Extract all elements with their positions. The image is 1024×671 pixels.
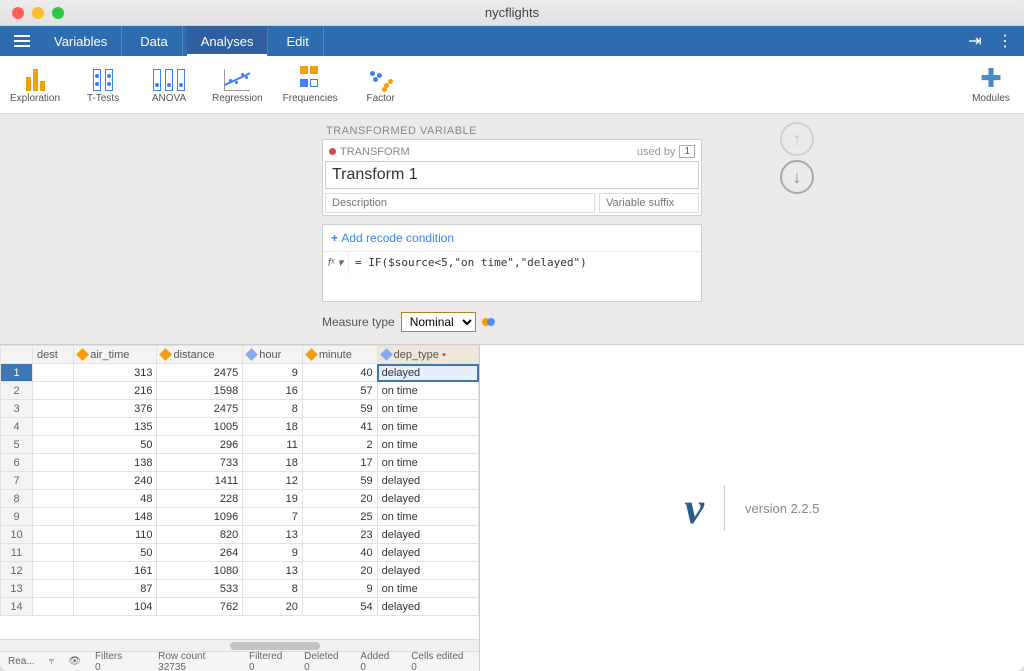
tool-label: Modules xyxy=(972,93,1010,104)
results-pane: ν version 2.2.5 xyxy=(480,345,1024,671)
table-row[interactable]: 1216110801320delayed xyxy=(1,562,479,580)
section-title: TRANSFORMED VARIABLE xyxy=(322,122,702,139)
transform-badge: TRANSFORM xyxy=(329,146,410,158)
status-bar: Rea... ⫧ 👁 Filters 0 Row count 32735 Fil… xyxy=(0,651,479,671)
table-row[interactable]: 413510051841on time xyxy=(1,418,479,436)
venn-icon xyxy=(482,316,498,328)
table-row[interactable]: 13132475940delayed xyxy=(1,364,479,382)
used-by-count[interactable]: 1 xyxy=(679,145,695,158)
tab-analyses[interactable]: Analyses xyxy=(187,26,269,56)
kebab-icon[interactable]: ⋮ xyxy=(994,30,1016,52)
data-grid[interactable]: destair_timedistancehourminutedep_type •… xyxy=(0,345,479,639)
column-header[interactable]: air_time xyxy=(74,346,157,364)
tab-label: Data xyxy=(140,34,167,49)
titlebar: nycflights xyxy=(0,0,1024,26)
table-row[interactable]: 141047622054delayed xyxy=(1,598,479,616)
tool-label: ANOVA xyxy=(152,93,186,104)
table-row[interactable]: 138753389on time xyxy=(1,580,479,598)
panel-arrows: ↑ ↓ xyxy=(780,122,814,194)
status-edited: Cells edited 0 xyxy=(411,651,471,671)
expand-panel-icon[interactable]: ⇥ xyxy=(964,30,986,52)
menubar: Variables Data Analyses Edit ⇥ ⋮ xyxy=(0,26,1024,56)
used-by: used by 1 xyxy=(637,145,695,158)
tab-data[interactable]: Data xyxy=(126,26,182,56)
funnel-icon[interactable]: ⫧ xyxy=(49,656,55,667)
tool-label: Frequencies xyxy=(283,93,338,104)
arrow-down-button[interactable]: ↓ xyxy=(780,160,814,194)
transform-editor: ↑ ↓ TRANSFORMED VARIABLE TRANSFORM used … xyxy=(0,114,1024,345)
tool-factor[interactable]: Factor xyxy=(358,65,404,104)
window-title: nycflights xyxy=(0,5,1024,20)
table-row[interactable]: 221615981657on time xyxy=(1,382,479,400)
status-ready: Rea... xyxy=(8,656,35,667)
divider xyxy=(724,485,725,531)
description-input[interactable] xyxy=(325,193,595,213)
spreadsheet-pane: destair_timedistancehourminutedep_type •… xyxy=(0,345,480,671)
tool-label: Factor xyxy=(366,93,394,104)
tool-anova[interactable]: ANOVA xyxy=(146,65,192,104)
table-row[interactable]: 550296112on time xyxy=(1,436,479,454)
tab-label: Edit xyxy=(286,34,308,49)
table-row[interactable]: 61387331817on time xyxy=(1,454,479,472)
tool-exploration[interactable]: Exploration xyxy=(10,65,60,104)
anova-icon xyxy=(152,65,186,91)
tool-label: T-Tests xyxy=(87,93,119,104)
measure-type-label: Measure type xyxy=(322,315,395,329)
formula-box: Add recode condition fˣ ▾ = IF($source<5… xyxy=(322,224,702,302)
frequencies-icon xyxy=(299,65,321,91)
column-header[interactable]: minute xyxy=(302,346,377,364)
table-row[interactable]: 91481096725on time xyxy=(1,508,479,526)
table-row[interactable]: 101108201323delayed xyxy=(1,526,479,544)
column-header[interactable]: hour xyxy=(243,346,303,364)
tool-frequencies[interactable]: Frequencies xyxy=(283,65,338,104)
column-header[interactable]: distance xyxy=(157,346,243,364)
regression-icon xyxy=(224,65,250,91)
status-rowcount: Row count 32735 xyxy=(158,651,235,671)
tab-label: Variables xyxy=(54,34,107,49)
factor-icon xyxy=(368,65,394,91)
add-recode-condition[interactable]: Add recode condition xyxy=(323,225,701,251)
arrow-up-button[interactable]: ↑ xyxy=(780,122,814,156)
measure-type-select[interactable]: Nominal xyxy=(401,312,476,332)
analyses-ribbon: Exploration T-Tests ANOVA Regression Fre… xyxy=(0,56,1024,114)
record-dot-icon xyxy=(329,148,336,155)
tool-label: Regression xyxy=(212,93,263,104)
jamovi-logo-icon: ν xyxy=(685,483,705,534)
eye-icon[interactable]: 👁 xyxy=(68,656,81,667)
tool-ttests[interactable]: T-Tests xyxy=(80,65,126,104)
column-header[interactable]: dest xyxy=(33,346,74,364)
table-row[interactable]: 33762475859on time xyxy=(1,400,479,418)
column-header[interactable]: dep_type • xyxy=(377,346,478,364)
formula-input[interactable]: = IF($source<5,"on time","delayed") xyxy=(349,252,701,273)
tab-variables[interactable]: Variables xyxy=(40,26,122,56)
tool-regression[interactable]: Regression xyxy=(212,65,263,104)
hamburger-icon[interactable] xyxy=(8,27,36,55)
tab-edit[interactable]: Edit xyxy=(272,26,323,56)
table-row[interactable]: 8482281920delayed xyxy=(1,490,479,508)
table-row[interactable]: 1150264940delayed xyxy=(1,544,479,562)
tool-modules[interactable]: ✚ Modules xyxy=(968,65,1014,104)
tool-label: Exploration xyxy=(10,93,60,104)
ttest-icon xyxy=(92,65,114,91)
transform-name-input[interactable] xyxy=(325,161,699,189)
table-row[interactable]: 724014111259delayed xyxy=(1,472,479,490)
app-window: nycflights Variables Data Analyses Edit … xyxy=(0,0,1024,671)
tab-label: Analyses xyxy=(201,34,254,49)
horizontal-scrollbar[interactable] xyxy=(0,639,479,651)
status-filtered: Filtered 0 xyxy=(249,651,290,671)
plus-icon: ✚ xyxy=(980,65,1002,91)
status-added: Added 0 xyxy=(360,651,397,671)
measure-type-row: Measure type Nominal xyxy=(322,312,702,332)
status-deleted: Deleted 0 xyxy=(304,651,346,671)
suffix-input[interactable] xyxy=(599,193,699,213)
bar-chart-icon xyxy=(26,65,45,91)
version-text: version 2.2.5 xyxy=(745,501,819,516)
fx-button[interactable]: fˣ ▾ xyxy=(323,252,349,273)
status-filters: Filters 0 xyxy=(95,651,130,671)
